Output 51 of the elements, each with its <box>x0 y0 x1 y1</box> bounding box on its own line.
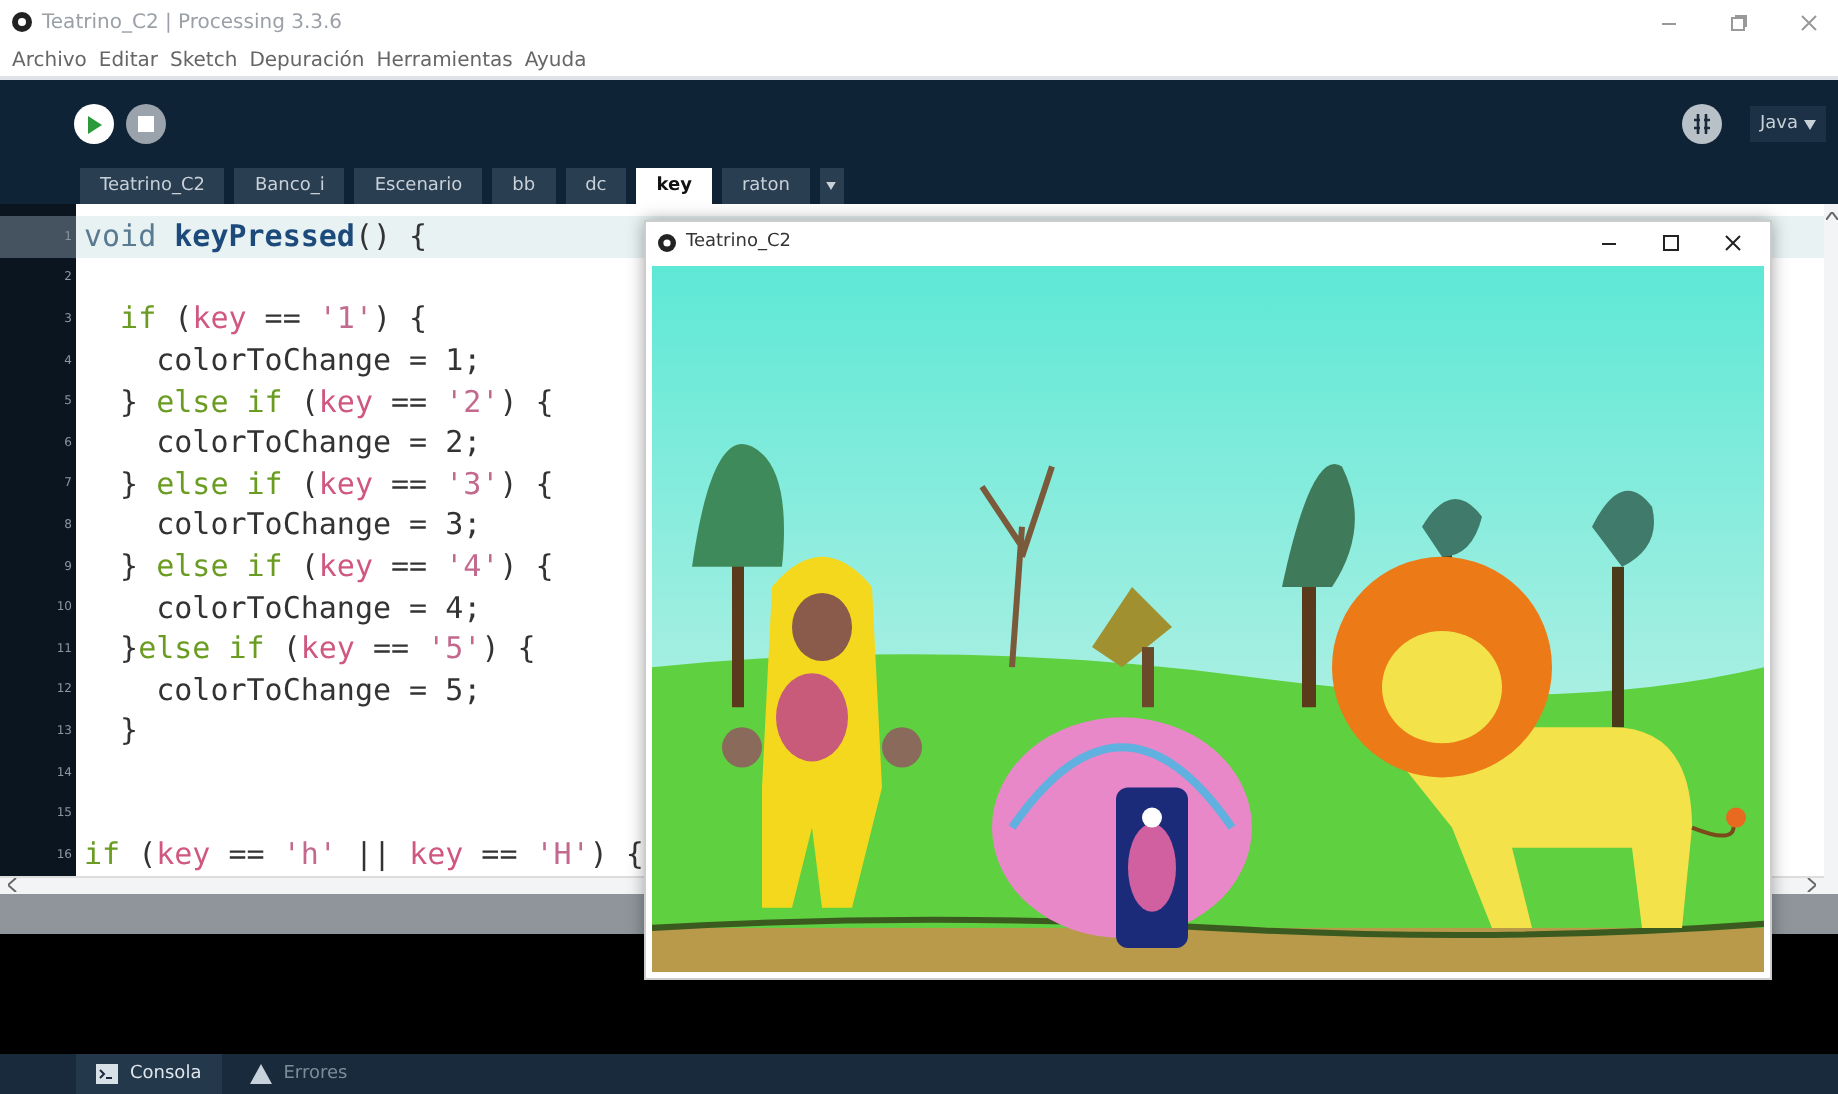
mode-dropdown[interactable]: Java <box>1749 106 1826 142</box>
code-line: colorToChange = 2; <box>154 424 482 461</box>
menu-item[interactable]: Sketch <box>170 49 238 71</box>
file-tab[interactable]: key <box>636 168 712 204</box>
code-line: if (key == 'h' || key == 'H') { <box>82 836 644 873</box>
run-button[interactable] <box>74 104 114 144</box>
code-line: } <box>118 712 139 749</box>
stop-icon <box>138 116 154 132</box>
tab-menu-button[interactable] <box>819 168 844 204</box>
caret-icon <box>826 182 837 190</box>
maximize-icon[interactable] <box>1662 233 1680 251</box>
code-line: } else if (key == '2') { <box>118 383 554 420</box>
code-line: if (key == '1') { <box>118 300 428 337</box>
restore-icon[interactable] <box>1730 13 1748 31</box>
close-icon[interactable] <box>1724 233 1742 251</box>
code-line: colorToChange = 3; <box>154 506 482 543</box>
menu-item[interactable]: Depuración <box>249 49 365 71</box>
console-tab[interactable]: Errores <box>229 1054 368 1094</box>
scroll-left-icon[interactable] <box>8 878 18 893</box>
console-tab[interactable]: Consola <box>76 1054 222 1094</box>
scroll-right-icon[interactable] <box>1806 878 1816 893</box>
app-logo-icon <box>658 233 676 251</box>
menu-item[interactable]: Herramientas <box>376 49 513 71</box>
caret-icon <box>1804 119 1816 129</box>
debug-button[interactable] <box>1681 104 1722 144</box>
vertical-scrollbar[interactable] <box>1824 204 1838 894</box>
debug-icon <box>1691 112 1712 136</box>
sketch-window-title: Teatrino_C2 <box>686 232 791 252</box>
menu-item[interactable]: Archivo <box>12 49 87 71</box>
terminal-icon <box>96 1064 118 1084</box>
code-line: colorToChange = 4; <box>154 589 482 626</box>
code-line: colorToChange = 5; <box>154 671 482 708</box>
code-line: } else if (key == '3') { <box>118 465 554 502</box>
file-tab[interactable]: dc <box>565 168 627 204</box>
file-tab[interactable]: raton <box>721 168 810 204</box>
window-title: Teatrino_C2 | Processing 3.3.6 <box>42 11 343 33</box>
file-tab[interactable]: bb <box>492 168 556 204</box>
stop-button[interactable] <box>126 104 166 144</box>
play-icon <box>86 115 102 133</box>
file-tab[interactable]: Escenario <box>354 168 483 204</box>
menu-item[interactable]: Ayuda <box>524 49 587 71</box>
code-line: } else if (key == '4') { <box>118 548 554 585</box>
code-line: void keyPressed() { <box>82 218 428 255</box>
scroll-up-icon[interactable] <box>1825 212 1837 220</box>
code-line: }else if (key == '5') { <box>118 630 536 667</box>
app-logo-icon <box>12 12 32 32</box>
menu-item[interactable]: Editar <box>98 49 158 71</box>
warning-icon <box>249 1064 272 1084</box>
code-line: colorToChange = 1; <box>154 342 482 379</box>
file-tab[interactable]: Teatrino_C2 <box>80 168 225 204</box>
file-tab[interactable]: Banco_i <box>234 168 345 204</box>
